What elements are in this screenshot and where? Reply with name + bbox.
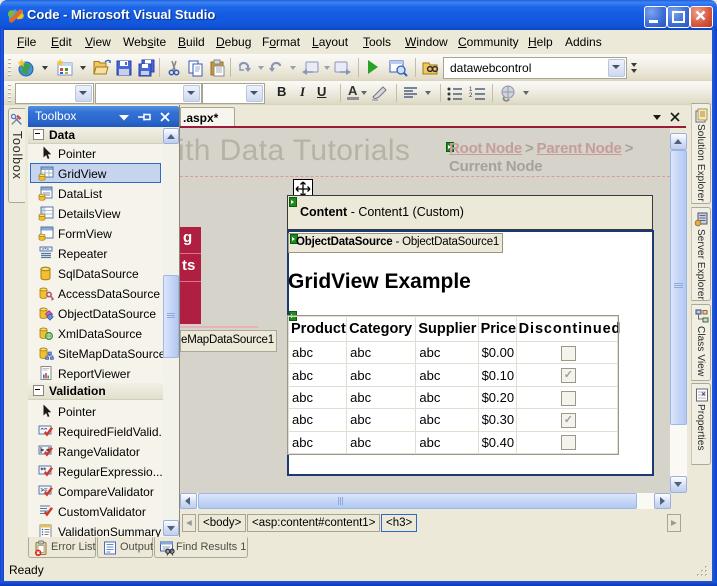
svg-text:2: 2 xyxy=(469,93,473,99)
